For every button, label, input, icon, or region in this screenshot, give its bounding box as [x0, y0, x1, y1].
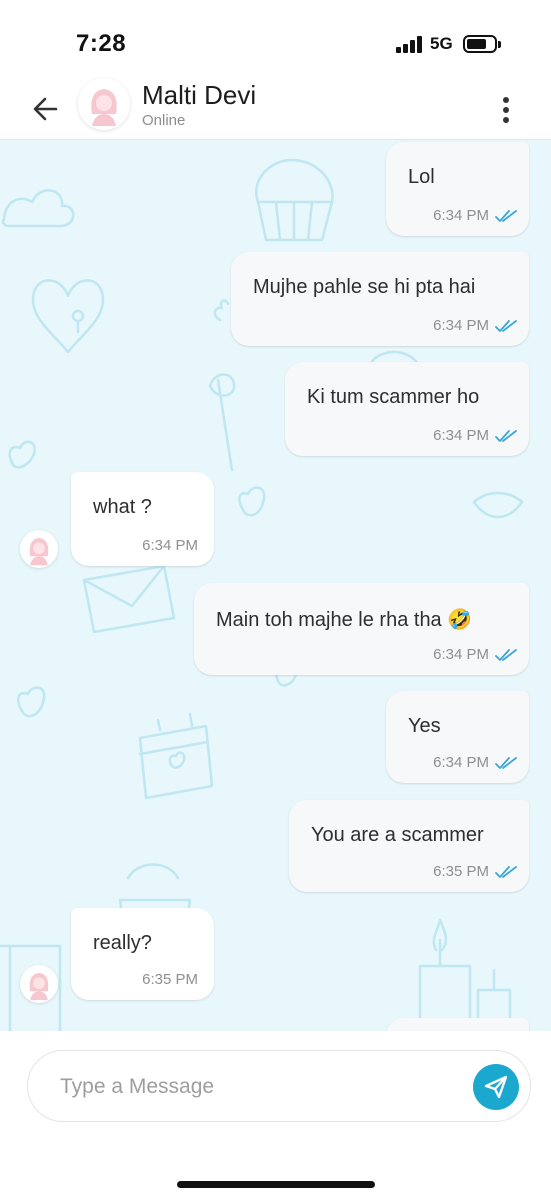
contact-avatar[interactable] [78, 78, 130, 130]
message-text: Ki tum scammer ho [307, 386, 480, 408]
message-time: 6:34 PM [433, 207, 489, 224]
send-button[interactable] [473, 1064, 519, 1110]
message-bubble-incoming[interactable]: what ? 6:34 PM [71, 472, 214, 566]
message-bubble-outgoing[interactable]: Mujhe pahle se hi pta hai 6:34 PM [231, 252, 529, 346]
home-indicator[interactable] [177, 1181, 375, 1188]
message-bubble-incoming[interactable]: really? 6:35 PM [71, 908, 214, 1000]
female-avatar-icon [29, 973, 49, 1001]
message-text: what ? [93, 496, 152, 518]
more-options-button[interactable] [494, 94, 518, 126]
message-text: Yes [408, 715, 441, 737]
message-time: 6:34 PM [433, 646, 489, 663]
contact-name: Malti Devi [142, 80, 257, 110]
signal-icon [396, 35, 424, 53]
message-time: 6:35 PM [142, 971, 198, 988]
status-time: 7:28 [76, 30, 127, 57]
battery-icon [463, 35, 501, 53]
message-time: 6:34 PM [433, 427, 489, 444]
message-composer [0, 1031, 551, 1200]
message-time: 6:34 PM [433, 754, 489, 771]
double-check-icon [495, 320, 517, 332]
chat-header: Malti Devi Online [0, 78, 551, 140]
message-bubble-outgoing-partial[interactable] [386, 1018, 529, 1031]
message-bubble-outgoing[interactable]: Ki tum scammer ho 6:34 PM [285, 362, 529, 456]
message-bubble-outgoing[interactable]: Main toh majhe le rha tha 🤣 6:34 PM [194, 583, 529, 675]
contact-status: Online [142, 112, 186, 129]
double-check-icon [495, 757, 517, 769]
double-check-icon [495, 866, 517, 878]
message-text: You are a scammer [311, 824, 484, 846]
message-input[interactable] [60, 1069, 460, 1105]
chat-area[interactable]: Lol 6:34 PM Mujhe pahle se hi pta hai 6:… [0, 140, 551, 1031]
back-button[interactable] [26, 92, 66, 126]
arrow-left-icon [33, 97, 58, 121]
message-time: 6:34 PM [142, 537, 198, 554]
network-type: 5G [430, 34, 453, 53]
message-bubble-outgoing[interactable]: You are a scammer 6:35 PM [289, 800, 529, 892]
message-text: Main toh majhe le rha tha 🤣 [216, 609, 473, 631]
message-time: 6:35 PM [433, 863, 489, 880]
message-input-container [27, 1050, 531, 1122]
message-bubble-outgoing[interactable]: Lol 6:34 PM [386, 142, 529, 236]
send-icon [484, 1075, 508, 1099]
message-text: really? [93, 932, 152, 954]
message-text: Lol [408, 166, 435, 188]
double-check-icon [495, 210, 517, 222]
sender-avatar[interactable] [20, 965, 58, 1003]
female-avatar-icon [29, 538, 49, 566]
sender-avatar[interactable] [20, 530, 58, 568]
female-avatar-icon [78, 78, 130, 130]
message-time: 6:34 PM [433, 317, 489, 334]
status-bar: 7:28 5G [0, 0, 551, 78]
message-text: Mujhe pahle se hi pta hai [253, 276, 476, 298]
double-check-icon [495, 430, 517, 442]
double-check-icon [495, 649, 517, 661]
message-bubble-outgoing[interactable]: Yes 6:34 PM [386, 691, 529, 783]
